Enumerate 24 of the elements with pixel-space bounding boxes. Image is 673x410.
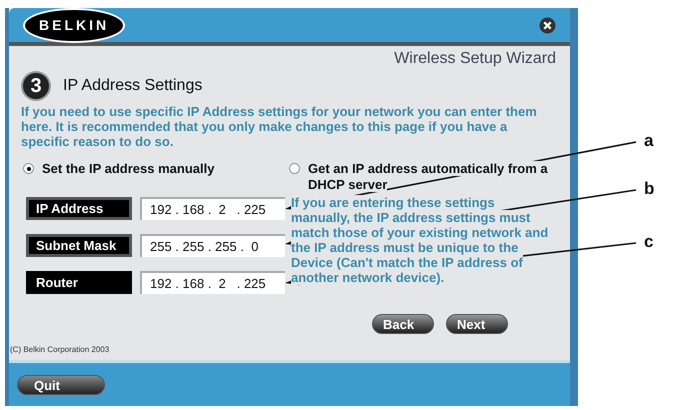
input-field[interactable]: 255 . 255 . 255 . 0	[140, 234, 285, 257]
help-text: If you are entering these settings manually, the IP address settings must match those of your existing network and the IP address must be unique to the Device (Can't match the IP address of another network device).	[291, 195, 549, 287]
field-label: Subnet Mask	[26, 234, 132, 257]
wizard-button[interactable]: Next	[446, 314, 508, 334]
callout-letter: b	[644, 180, 654, 198]
quit-button[interactable]: Quit	[17, 374, 105, 394]
copyright-text: (C) Belkin Corporation 2003	[9, 344, 110, 356]
callout-letter: a	[644, 132, 654, 150]
input-field[interactable]: 192 . 168 . 2 . 225	[140, 271, 285, 294]
input-field[interactable]: 192 . 168 . 2 . 225	[140, 197, 285, 220]
wizard-button[interactable]: Back	[372, 314, 434, 334]
step-number: 3	[21, 71, 51, 101]
wizard-title: Wireless Setup Wizard	[394, 49, 556, 69]
radio-button[interactable]	[289, 163, 300, 174]
callout-letter: c	[644, 233, 654, 251]
description-text: If you need to use specific IP Address settings for your network you can enter them here. It is recommended that you only make changes to this page if you have a specific reason to do so.	[21, 104, 538, 149]
radio-button[interactable]	[23, 163, 34, 174]
field-label: IP Address	[26, 197, 132, 220]
close-icon[interactable]	[539, 16, 556, 34]
field-label: Router	[26, 271, 132, 294]
option-label: Set the IP address manually	[42, 161, 214, 177]
step-title: IP Address Settings	[63, 76, 202, 96]
option-label: Get an IP address automatically from a DHCP server	[308, 161, 549, 193]
brand-logo: BELKIN	[23, 8, 126, 42]
